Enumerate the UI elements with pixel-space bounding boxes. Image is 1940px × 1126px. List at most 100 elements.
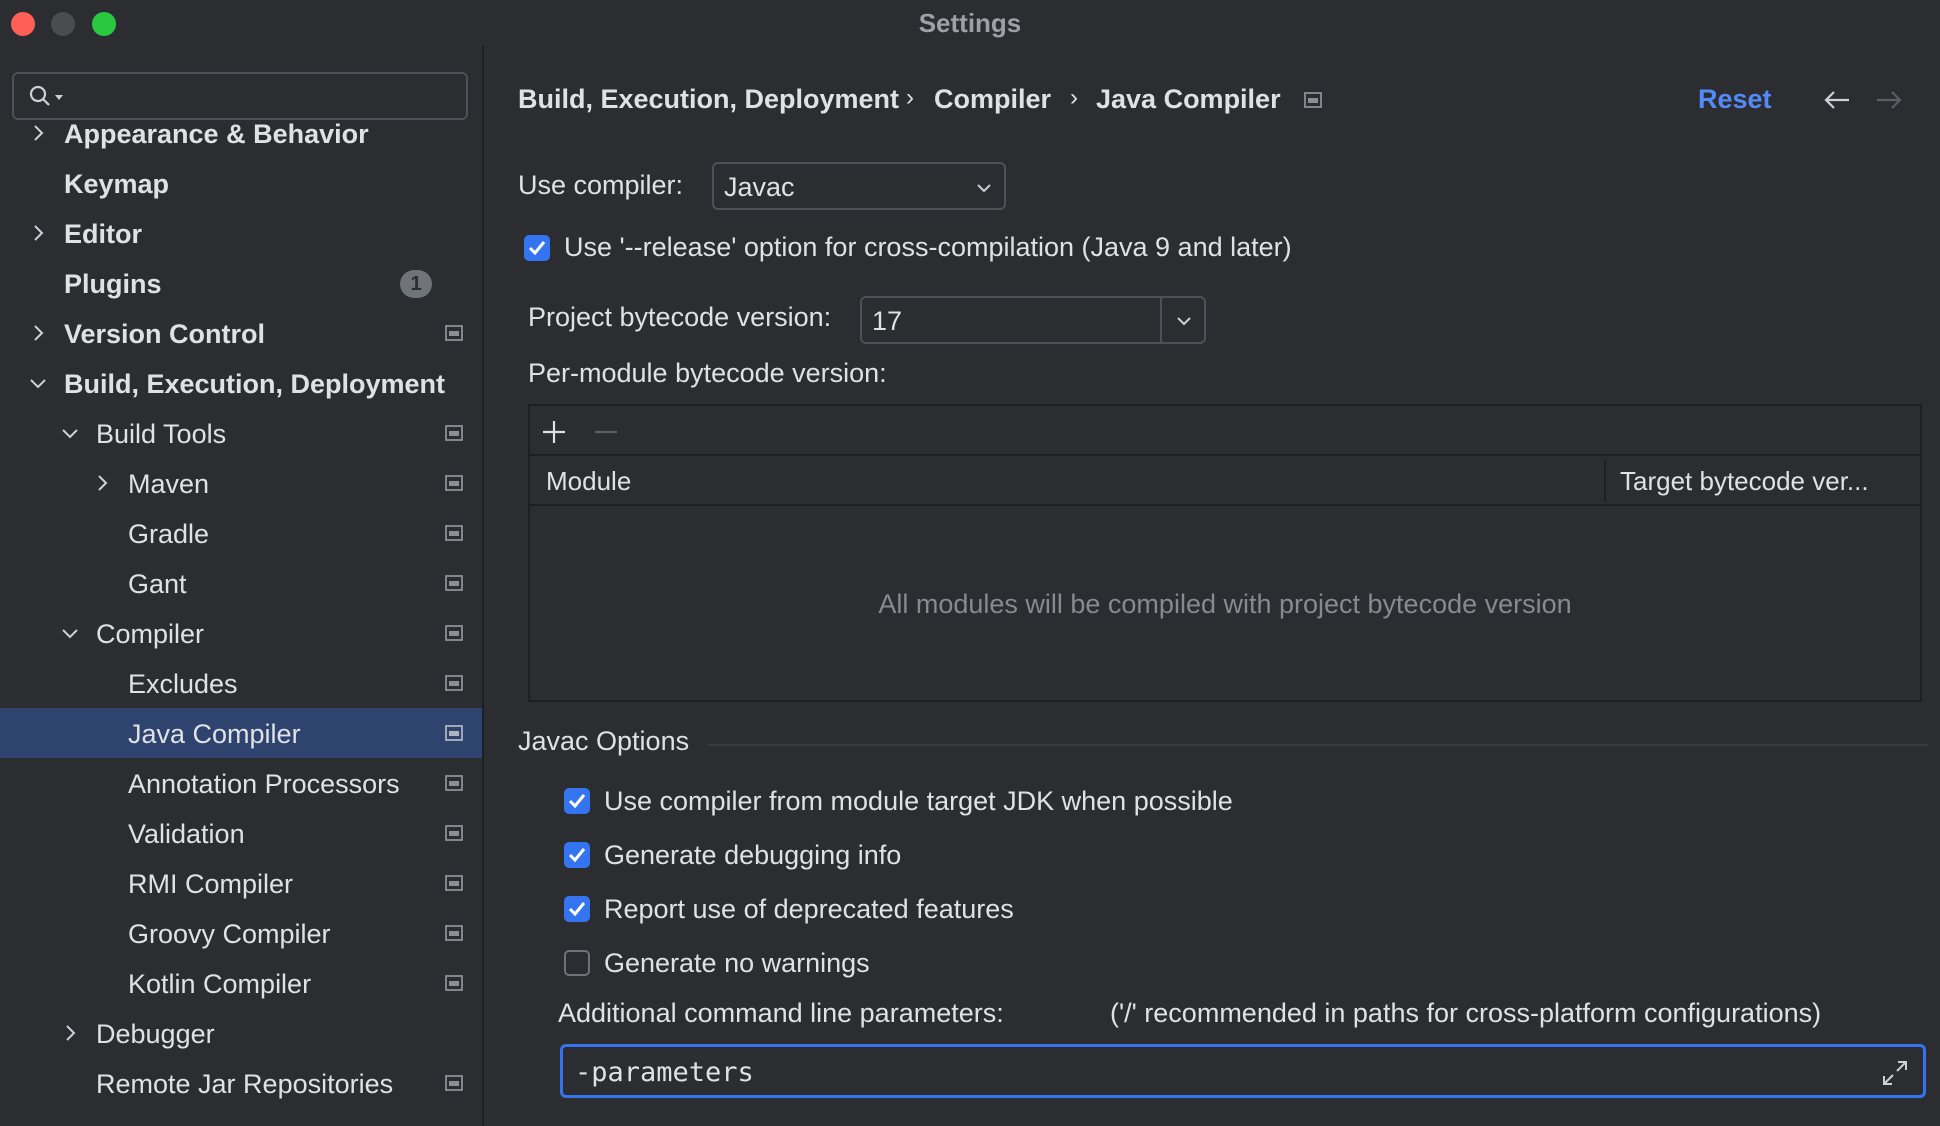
chevron-down-icon[interactable] bbox=[58, 421, 82, 445]
sidebar-item-remote-jar-repositories[interactable]: Remote Jar Repositories bbox=[0, 1058, 482, 1108]
breadcrumb-separator: › bbox=[906, 84, 914, 111]
javac-options-title: Javac Options bbox=[518, 726, 690, 756]
additional-params-hint: ('/' recommended in paths for cross-plat… bbox=[1110, 998, 1822, 1028]
sidebar-item-gradle[interactable]: Gradle bbox=[0, 508, 482, 558]
project-level-icon bbox=[1304, 92, 1322, 108]
sidebar-item-label: Validation bbox=[128, 819, 245, 849]
add-icon[interactable] bbox=[540, 418, 568, 446]
sidebar-item-version-control[interactable]: Version Control bbox=[0, 308, 482, 358]
search-history-chevron-icon[interactable] bbox=[54, 94, 64, 102]
sidebar-item-label: Gant bbox=[128, 569, 187, 599]
checkmark-icon bbox=[568, 902, 586, 917]
section-divider bbox=[708, 744, 1928, 746]
sidebar-item-label: Build, Execution, Deployment bbox=[64, 369, 446, 399]
sidebar-item-label: Debugger bbox=[96, 1019, 215, 1049]
report-deprecated-checkbox[interactable] bbox=[564, 896, 590, 922]
generate-debug-info-checkbox[interactable] bbox=[564, 842, 590, 868]
release-option-checkbox[interactable] bbox=[524, 235, 550, 261]
sidebar-item-excludes[interactable]: Excludes bbox=[0, 658, 482, 708]
window-title: Settings bbox=[918, 8, 1022, 38]
project-bytecode-value: 17 bbox=[872, 306, 903, 336]
project-level-icon bbox=[445, 975, 463, 991]
use-module-jdk-label[interactable]: Use compiler from module target JDK when… bbox=[604, 786, 1233, 817]
column-header-module[interactable]: Module bbox=[546, 466, 631, 497]
checkmark-icon bbox=[528, 241, 546, 256]
chevron-down-icon[interactable] bbox=[26, 371, 50, 395]
generate-no-warnings-checkbox[interactable] bbox=[564, 950, 590, 976]
sidebar-item-build-execution-deployment[interactable]: Build, Execution, Deployment bbox=[0, 358, 482, 408]
table-header: Module Target bytecode ver... bbox=[530, 456, 1920, 506]
sidebar-item-label: Compiler bbox=[96, 619, 205, 649]
expand-icon[interactable] bbox=[1881, 1059, 1909, 1087]
sidebar-item-appearance-behavior[interactable]: Appearance & Behavior bbox=[0, 108, 482, 158]
chevron-right-icon[interactable] bbox=[90, 471, 114, 495]
sidebar-item-kotlin-compiler[interactable]: Kotlin Compiler bbox=[0, 958, 482, 1008]
sidebar-item-label: Groovy Compiler bbox=[128, 919, 331, 949]
plugins-update-badge: 1 bbox=[400, 270, 432, 298]
generate-no-warnings-label[interactable]: Generate no warnings bbox=[604, 948, 870, 979]
additional-params-label: Additional command line parameters: bbox=[558, 998, 1004, 1028]
sidebar-item-groovy-compiler[interactable]: Groovy Compiler bbox=[0, 908, 482, 958]
sidebar-item-label: Build Tools bbox=[96, 419, 227, 449]
chevron-right-icon[interactable] bbox=[26, 221, 50, 245]
column-separator[interactable] bbox=[1604, 460, 1606, 502]
sidebar-item-editor[interactable]: Editor bbox=[0, 208, 482, 258]
sidebar-item-label: Annotation Processors bbox=[128, 769, 400, 799]
sidebar-item-label: Remote Jar Repositories bbox=[96, 1069, 394, 1099]
report-deprecated-label[interactable]: Report use of deprecated features bbox=[604, 894, 1014, 925]
project-level-icon bbox=[445, 925, 463, 941]
sidebar-item-gant[interactable]: Gant bbox=[0, 558, 482, 608]
sidebar-item-plugins[interactable]: Plugins 1 bbox=[0, 258, 482, 308]
chevron-right-icon[interactable] bbox=[58, 1021, 82, 1045]
chevron-right-icon[interactable] bbox=[26, 321, 50, 345]
project-level-icon bbox=[445, 725, 463, 741]
sidebar-item-maven[interactable]: Maven bbox=[0, 458, 482, 508]
sidebar-item-label: RMI Compiler bbox=[128, 869, 294, 899]
sidebar-item-label: Java Compiler bbox=[128, 719, 301, 749]
remove-icon[interactable] bbox=[592, 418, 620, 446]
breadcrumb-item-current: Java Compiler bbox=[1096, 84, 1281, 114]
reset-link[interactable]: Reset bbox=[1698, 84, 1772, 115]
table-empty-text: All modules will be compiled with projec… bbox=[878, 588, 1572, 619]
sidebar-item-label: Excludes bbox=[128, 669, 238, 699]
use-compiler-dropdown[interactable]: Javac bbox=[712, 162, 1006, 210]
additional-params-input[interactable]: -parameters bbox=[560, 1044, 1926, 1098]
project-level-icon bbox=[445, 425, 463, 441]
use-module-jdk-checkbox[interactable] bbox=[564, 788, 590, 814]
title-bar: Settings bbox=[0, 0, 1940, 46]
project-level-icon bbox=[445, 325, 463, 341]
release-option-label[interactable]: Use '--release' option for cross-compila… bbox=[564, 232, 1292, 263]
project-bytecode-combo[interactable]: 17 bbox=[860, 296, 1206, 344]
project-bytecode-label: Project bytecode version: bbox=[528, 302, 832, 332]
sidebar-item-validation[interactable]: Validation bbox=[0, 808, 482, 858]
chevron-down-icon bbox=[977, 184, 991, 193]
chevron-down-icon[interactable] bbox=[58, 621, 82, 645]
sidebar-item-rmi-compiler[interactable]: RMI Compiler bbox=[0, 858, 482, 908]
project-level-icon bbox=[445, 775, 463, 791]
sidebar-item-label: Plugins bbox=[64, 269, 162, 299]
sidebar-item-annotation-processors[interactable]: Annotation Processors bbox=[0, 758, 482, 808]
sidebar-item-label: Version Control bbox=[64, 319, 266, 349]
breadcrumb-item[interactable]: Build, Execution, Deployment bbox=[518, 84, 899, 115]
sidebar-item-build-tools[interactable]: Build Tools bbox=[0, 408, 482, 458]
sidebar-item-java-compiler[interactable]: Java Compiler bbox=[0, 708, 482, 758]
breadcrumb-item[interactable]: Compiler bbox=[934, 84, 1051, 115]
chevron-down-icon[interactable] bbox=[1174, 311, 1194, 331]
sidebar-item-debugger[interactable]: Debugger bbox=[0, 1008, 482, 1058]
search-icon bbox=[29, 85, 50, 106]
settings-sidebar: Appearance & Behavior Keymap Editor Plug… bbox=[0, 46, 484, 1126]
sidebar-item-label: Maven bbox=[128, 469, 210, 499]
sidebar-item-keymap[interactable]: Keymap bbox=[0, 158, 482, 208]
project-level-icon bbox=[445, 525, 463, 541]
use-compiler-label: Use compiler: bbox=[518, 170, 684, 200]
column-header-target-bytecode[interactable]: Target bytecode ver... bbox=[1620, 466, 1869, 497]
per-module-label: Per-module bytecode version: bbox=[528, 358, 887, 388]
checkmark-icon bbox=[568, 848, 586, 863]
settings-content: Build, Execution, Deployment › Compiler … bbox=[486, 46, 1940, 1126]
chevron-right-icon[interactable] bbox=[26, 121, 50, 145]
back-arrow-icon[interactable] bbox=[1822, 88, 1852, 112]
forward-arrow-icon[interactable] bbox=[1874, 88, 1904, 112]
sidebar-item-compiler[interactable]: Compiler bbox=[0, 608, 482, 658]
generate-debug-info-label[interactable]: Generate debugging info bbox=[604, 840, 901, 871]
additional-params-value: -parameters bbox=[575, 1057, 754, 1088]
